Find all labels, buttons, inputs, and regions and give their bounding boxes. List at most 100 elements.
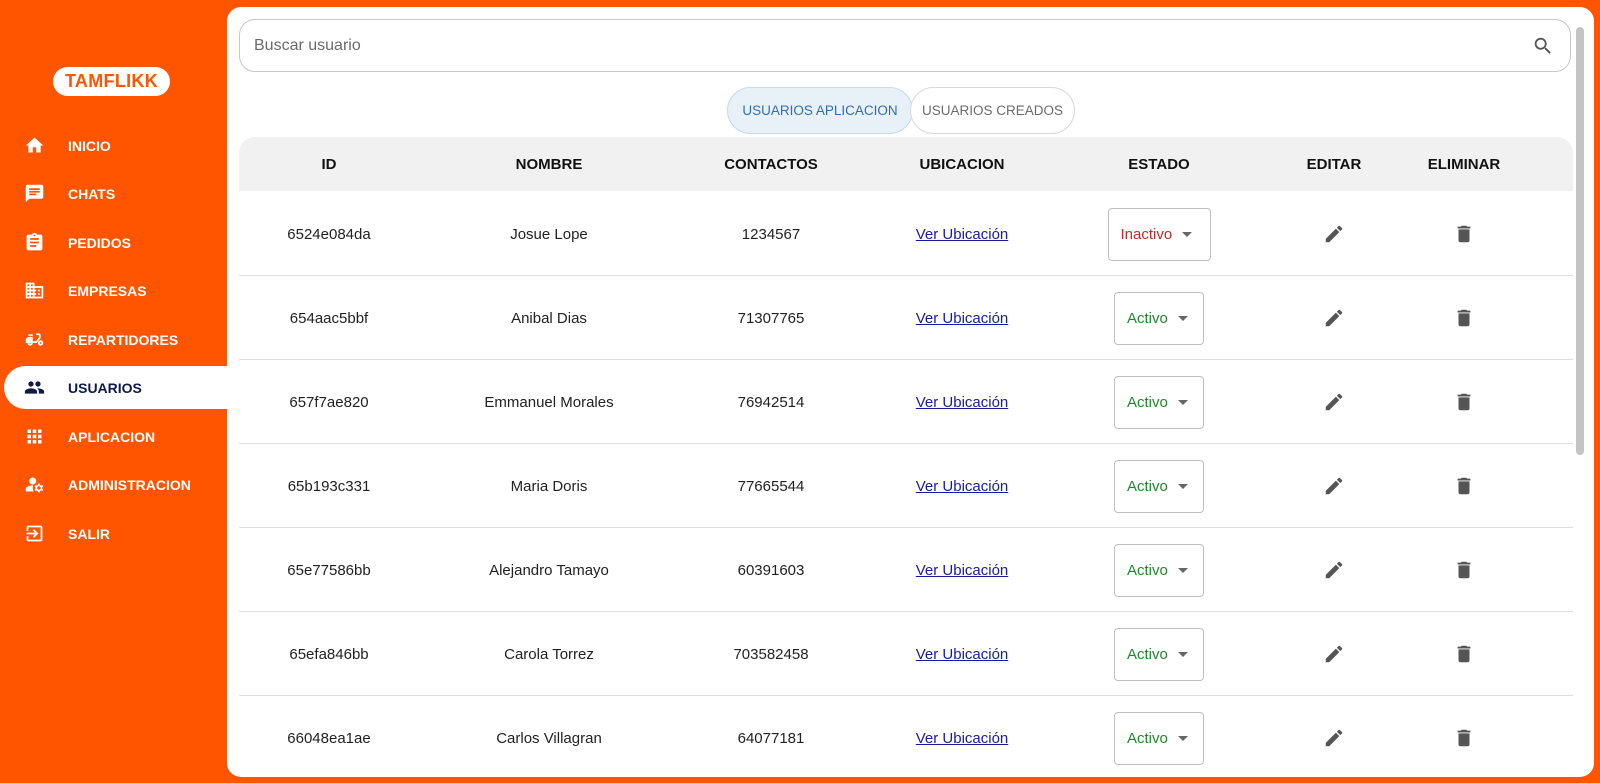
ver-ubicacion-link[interactable]: Ver Ubicación xyxy=(916,394,1009,411)
cell-id: 66048ea1ae xyxy=(287,729,371,747)
sidebar-item-administracion[interactable]: ADMINISTRACION xyxy=(4,463,227,506)
estado-select[interactable]: Activo xyxy=(1114,543,1204,597)
ver-ubicacion-link[interactable]: Ver Ubicación xyxy=(916,226,1009,243)
tab-usuarios-aplicacion[interactable]: USUARIOS APLICACION xyxy=(727,87,913,134)
sidebar-item-empresas[interactable]: EMPRESAS xyxy=(4,269,227,312)
chevron-down-icon xyxy=(1177,567,1188,573)
sidebar-item-label: PEDIDOS xyxy=(68,234,132,251)
sidebar: TAMFLIKK INICIO CHATS PEDIDOS EMPRESAS R… xyxy=(0,0,227,783)
cell-estado: Activo xyxy=(1059,528,1259,612)
estado-select[interactable]: Activo xyxy=(1114,375,1204,429)
sidebar-item-salir[interactable]: SALIR xyxy=(4,512,227,555)
cell-editar xyxy=(1269,192,1399,276)
cell-nombre: Emmanuel Morales xyxy=(484,393,614,411)
chat-icon xyxy=(23,183,45,205)
sidebar-item-repartidores[interactable]: REPARTIDORES xyxy=(4,318,227,361)
sidebar-item-aplicacion[interactable]: APLICACION xyxy=(4,415,227,458)
edit-icon[interactable] xyxy=(1320,304,1348,332)
chevron-down-icon xyxy=(1182,231,1193,237)
ver-ubicacion-link[interactable]: Ver Ubicación xyxy=(916,730,1009,747)
search-icon[interactable] xyxy=(1532,35,1554,57)
cell-eliminar xyxy=(1399,192,1529,276)
cell-ubicacion: Ver Ubicación xyxy=(869,444,1055,528)
header-estado: ESTADO xyxy=(1128,155,1190,173)
cell-id: 657f7ae820 xyxy=(289,393,369,411)
cell-estado: Activo xyxy=(1059,444,1259,528)
sidebar-item-pedidos[interactable]: PEDIDOS xyxy=(4,221,227,264)
sidebar-item-inicio[interactable]: INICIO xyxy=(4,124,227,167)
estado-select[interactable]: Activo xyxy=(1114,291,1204,345)
estado-value: Activo xyxy=(1127,729,1168,747)
cell-nombre: Anibal Dias xyxy=(511,309,587,327)
estado-select[interactable]: Inactivo xyxy=(1107,207,1211,261)
estado-select[interactable]: Activo xyxy=(1114,459,1204,513)
cell-contacto: 703582458 xyxy=(733,645,809,663)
scooter-icon xyxy=(23,329,45,351)
cell-contacto: 77665544 xyxy=(737,477,805,495)
sidebar-item-label: INICIO xyxy=(68,137,111,154)
cell-id: 65e77586bb xyxy=(287,561,371,579)
tab-usuarios-creados[interactable]: USUARIOS CREADOS xyxy=(910,87,1075,134)
header-ubicacion: UBICACION xyxy=(919,155,1005,173)
cell-ubicacion: Ver Ubicación xyxy=(869,528,1055,612)
table-row: 66048ea1ae Carlos Villagran 64077181 Ver Ub… xyxy=(239,696,1573,777)
cell-id: 65efa846bb xyxy=(289,645,369,663)
cell-ubicacion: Ver Ubicación xyxy=(869,276,1055,360)
ver-ubicacion-link[interactable]: Ver Ubicación xyxy=(916,310,1009,327)
header-editar: EDITAR xyxy=(1306,155,1362,173)
edit-icon[interactable] xyxy=(1320,472,1348,500)
edit-icon[interactable] xyxy=(1320,388,1348,416)
ver-ubicacion-link[interactable]: Ver Ubicación xyxy=(916,562,1009,579)
chevron-down-icon xyxy=(1177,315,1188,321)
table-row: 65efa846bb Carola Torrez 703582458 Ver Ubic… xyxy=(239,612,1573,696)
building-icon xyxy=(23,280,45,302)
table-header: ID NOMBRE CONTACTOS UBICACION ESTADO EDI… xyxy=(239,137,1573,191)
table-row: 65e77586bb Alejandro Tamayo 60391603 Ver Ub… xyxy=(239,528,1573,612)
cell-estado: Inactivo xyxy=(1059,192,1259,276)
admin-user-gear-icon xyxy=(23,474,45,496)
brand-logo[interactable]: TAMFLIKK xyxy=(53,67,170,96)
edit-icon[interactable] xyxy=(1320,640,1348,668)
main-panel: USUARIOS APLICACION USUARIOS CREADOS ID … xyxy=(227,7,1594,777)
cell-editar xyxy=(1269,696,1399,777)
ver-ubicacion-link[interactable]: Ver Ubicación xyxy=(916,646,1009,663)
delete-icon[interactable] xyxy=(1450,304,1478,332)
exit-icon xyxy=(23,523,45,545)
table-row: 657f7ae820 Emmanuel Morales 76942514 Ver Ub… xyxy=(239,360,1573,444)
search-bar xyxy=(239,19,1571,72)
delete-icon[interactable] xyxy=(1450,220,1478,248)
edit-icon[interactable] xyxy=(1320,220,1348,248)
estado-select[interactable]: Activo xyxy=(1114,627,1204,681)
cell-estado: Activo xyxy=(1059,276,1259,360)
cell-contacto: 76942514 xyxy=(737,393,805,411)
sidebar-item-usuarios[interactable]: USUARIOS xyxy=(4,366,227,409)
scrollbar-thumb[interactable] xyxy=(1576,27,1584,455)
sidebar-item-label: SALIR xyxy=(68,525,110,542)
people-icon xyxy=(23,377,45,399)
edit-icon[interactable] xyxy=(1320,556,1348,584)
delete-icon[interactable] xyxy=(1450,724,1478,752)
delete-icon[interactable] xyxy=(1450,388,1478,416)
chevron-down-icon xyxy=(1177,483,1188,489)
header-eliminar: ELIMINAR xyxy=(1427,155,1501,173)
estado-value: Activo xyxy=(1127,393,1168,411)
estado-value: Activo xyxy=(1127,477,1168,495)
chevron-down-icon xyxy=(1177,735,1188,741)
cell-eliminar xyxy=(1399,360,1529,444)
delete-icon[interactable] xyxy=(1450,472,1478,500)
users-table: ID NOMBRE CONTACTOS UBICACION ESTADO EDI… xyxy=(239,137,1573,777)
home-icon xyxy=(23,135,45,157)
cell-ubicacion: Ver Ubicación xyxy=(869,696,1055,777)
cell-editar xyxy=(1269,360,1399,444)
delete-icon[interactable] xyxy=(1450,640,1478,668)
sidebar-item-label: EMPRESAS xyxy=(68,282,147,299)
sidebar-item-label: CHATS xyxy=(68,185,116,202)
sidebar-item-chats[interactable]: CHATS xyxy=(4,172,227,215)
delete-icon[interactable] xyxy=(1450,556,1478,584)
search-input[interactable] xyxy=(254,36,1532,55)
apps-grid-icon xyxy=(23,426,45,448)
ver-ubicacion-link[interactable]: Ver Ubicación xyxy=(916,478,1009,495)
cell-ubicacion: Ver Ubicación xyxy=(869,192,1055,276)
edit-icon[interactable] xyxy=(1320,724,1348,752)
estado-select[interactable]: Activo xyxy=(1114,711,1204,765)
